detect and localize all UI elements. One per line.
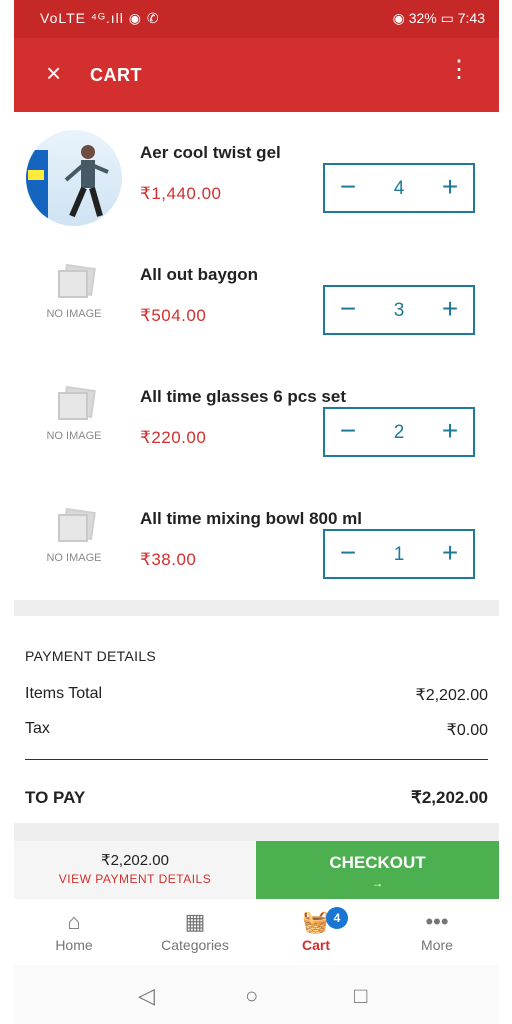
image-placeholder-icon (56, 386, 96, 420)
product-name[interactable]: All time glasses 6 pcs set (140, 387, 346, 407)
quantity-stepper: − 3 + (323, 285, 475, 335)
nav-cart[interactable]: 🧺 Cart 4 (256, 907, 376, 953)
nav-cart-label: Cart (301, 937, 330, 953)
increase-button[interactable]: + (435, 417, 465, 445)
product-name[interactable]: Aer cool twist gel (140, 143, 281, 163)
grid-icon: ▦ (184, 909, 206, 934)
no-image-placeholder: NO IMAGE (32, 264, 116, 320)
to-pay-value: ₹2,202.00 (411, 788, 488, 807)
quantity-stepper: − 1 + (323, 529, 475, 579)
close-icon[interactable]: × (46, 60, 61, 86)
recents-icon[interactable]: □ (354, 983, 367, 1009)
product-price: ₹504.00 (140, 306, 207, 325)
product-price: ₹1,440.00 (140, 184, 222, 203)
checkout-button[interactable]: CHECKOUT → (256, 841, 499, 899)
no-image-placeholder: NO IMAGE (32, 386, 116, 442)
quantity-stepper: − 2 + (323, 407, 475, 457)
cart-count-badge: 4 (326, 907, 348, 929)
payment-details-title: PAYMENT DETAILS (25, 648, 157, 664)
product-image[interactable] (26, 130, 122, 226)
to-pay-label: TO PAY (25, 788, 86, 807)
image-placeholder-icon (56, 264, 96, 298)
increase-button[interactable]: + (435, 295, 465, 323)
nav-more[interactable]: ••• More (377, 909, 497, 953)
cart-item: NO IMAGE All time mixing bowl 800 ml ₹38… (14, 484, 499, 602)
no-image-label: NO IMAGE (46, 430, 102, 442)
checkout-bar: ₹2,202.00 VIEW PAYMENT DETAILS CHECKOUT … (14, 841, 499, 899)
view-payment-details-link[interactable]: VIEW PAYMENT DETAILS (14, 872, 256, 886)
nav-home[interactable]: ⌂ Home (14, 909, 134, 953)
tax-value: ₹0.00 (446, 722, 488, 739)
quantity-stepper: − 4 + (323, 163, 475, 213)
status-right: ◉ 32% ▭ 7:43 (392, 10, 485, 26)
total-divider (25, 759, 488, 760)
arrow-right-icon: → (371, 876, 384, 890)
product-name[interactable]: All out baygon (140, 265, 258, 285)
product-price: ₹38.00 (140, 550, 197, 569)
items-total-row: Items Total ₹2,202.00 (25, 685, 488, 704)
nav-more-label: More (421, 937, 453, 953)
no-image-placeholder: NO IMAGE (32, 508, 116, 564)
status-bar: VoLTE ⁴ᴳ.ıll ◉ ✆ ◉ 32% ▭ 7:43 (14, 0, 499, 38)
nav-categories[interactable]: ▦ Categories (135, 909, 255, 953)
increase-button[interactable]: + (435, 173, 465, 201)
product-name[interactable]: All time mixing bowl 800 ml (140, 509, 362, 529)
cart-item: NO IMAGE All out baygon ₹504.00 − 3 + (14, 240, 499, 358)
product-price: ₹220.00 (140, 428, 207, 447)
bottom-nav: ⌂ Home ▦ Categories 🧺 Cart 4 ••• More (14, 903, 499, 965)
app-frame: VoLTE ⁴ᴳ.ıll ◉ ✆ ◉ 32% ▭ 7:43 × CART ⋮ A… (14, 0, 499, 1024)
no-image-label: NO IMAGE (46, 308, 102, 320)
nav-home-label: Home (55, 937, 93, 953)
section-divider (14, 823, 499, 841)
cart-item: NO IMAGE All time glasses 6 pcs set ₹220… (14, 362, 499, 480)
nav-categories-label: Categories (161, 937, 229, 953)
tax-label: Tax (25, 720, 50, 737)
tax-row: Tax ₹0.00 (25, 720, 488, 739)
status-left: VoLTE ⁴ᴳ.ıll ◉ ✆ (40, 10, 160, 26)
to-pay-row: TO PAY ₹2,202.00 (25, 788, 488, 808)
cart-item: Aer cool twist gel ₹1,440.00 − 4 + (14, 118, 499, 236)
items-total-value: ₹2,202.00 (415, 687, 488, 704)
app-bar: × CART ⋮ (14, 38, 499, 112)
home-icon: ⌂ (67, 909, 81, 934)
basket-icon: 🧺 (302, 909, 330, 934)
home-circle-icon[interactable]: ○ (245, 983, 258, 1009)
overflow-menu-icon[interactable]: ⋮ (447, 58, 471, 82)
summary-amount: ₹2,202.00 (101, 852, 169, 869)
payment-summary[interactable]: ₹2,202.00 VIEW PAYMENT DETAILS (14, 841, 256, 899)
no-image-label: NO IMAGE (46, 552, 102, 564)
back-icon[interactable]: ◁ (138, 983, 155, 1009)
page-title: CART (90, 65, 142, 85)
increase-button[interactable]: + (435, 539, 465, 567)
system-nav-bar: ◁ ○ □ (14, 965, 499, 1024)
items-total-label: Items Total (25, 685, 103, 702)
image-placeholder-icon (56, 508, 96, 542)
section-divider (14, 600, 499, 616)
checkout-label: CHECKOUT (329, 853, 426, 872)
more-dots-icon: ••• (425, 909, 449, 934)
